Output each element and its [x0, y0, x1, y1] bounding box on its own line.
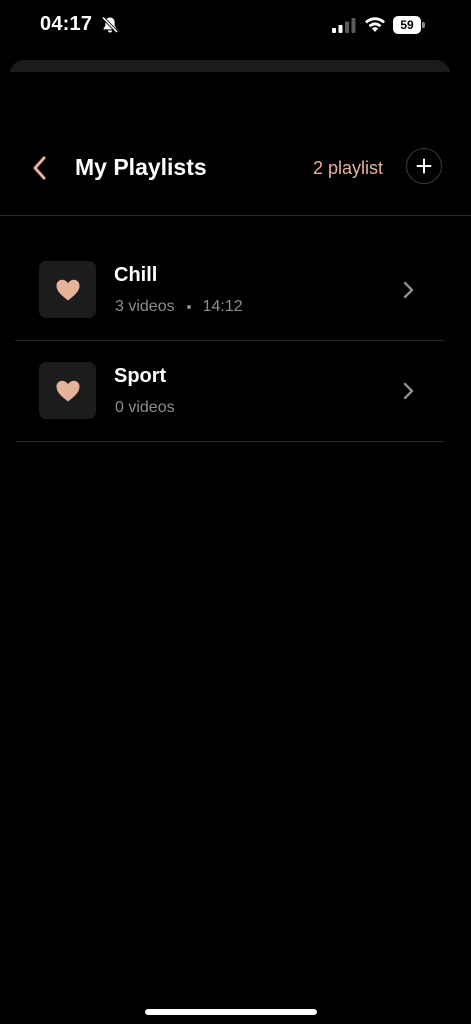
- chevron-left-icon: [33, 156, 46, 180]
- playlist-thumbnail: [39, 261, 96, 318]
- playlist-title: Sport: [114, 365, 167, 387]
- header-divider: [0, 215, 471, 216]
- status-time: 04:17: [40, 13, 93, 35]
- chevron-right-icon: [403, 281, 414, 299]
- sheet-top-edge: [10, 60, 450, 90]
- status-bar: 04:17 59: [0, 0, 471, 52]
- playlist-list: Chill 3 videos 14:12 Sport 0 videos: [15, 240, 445, 442]
- video-count: 3 videos: [115, 298, 175, 315]
- playlist-meta: 0 videos: [115, 399, 175, 417]
- playlist-duration: 14:12: [202, 298, 243, 315]
- back-button[interactable]: [22, 150, 58, 186]
- wifi-icon: [365, 17, 385, 32]
- heart-icon: [56, 279, 79, 300]
- playlist-item-chill[interactable]: Chill 3 videos 14:12: [15, 240, 445, 341]
- playlist-meta: 3 videos 14:12: [115, 298, 243, 316]
- battery-cap: [422, 22, 425, 28]
- add-playlist-button[interactable]: [406, 148, 442, 184]
- battery-icon: 59: [393, 16, 425, 34]
- playlist-count: 2 playlist: [312, 158, 383, 178]
- bell-slash-icon: [101, 16, 119, 34]
- playlist-item-sport[interactable]: Sport 0 videos: [15, 341, 445, 442]
- playlist-thumbnail: [39, 362, 96, 419]
- chevron-right-icon: [403, 382, 414, 400]
- header: My Playlists 2 playlist: [0, 140, 471, 200]
- page-title: My Playlists: [75, 154, 207, 180]
- signal-icon: [332, 18, 356, 33]
- playlist-title: Chill: [114, 264, 158, 286]
- battery-level: 59: [393, 16, 421, 34]
- meta-separator-dot: [186, 305, 191, 309]
- heart-icon: [56, 380, 79, 401]
- video-count: 0 videos: [115, 399, 175, 416]
- home-indicator: [145, 1009, 317, 1015]
- plus-icon: [416, 158, 432, 174]
